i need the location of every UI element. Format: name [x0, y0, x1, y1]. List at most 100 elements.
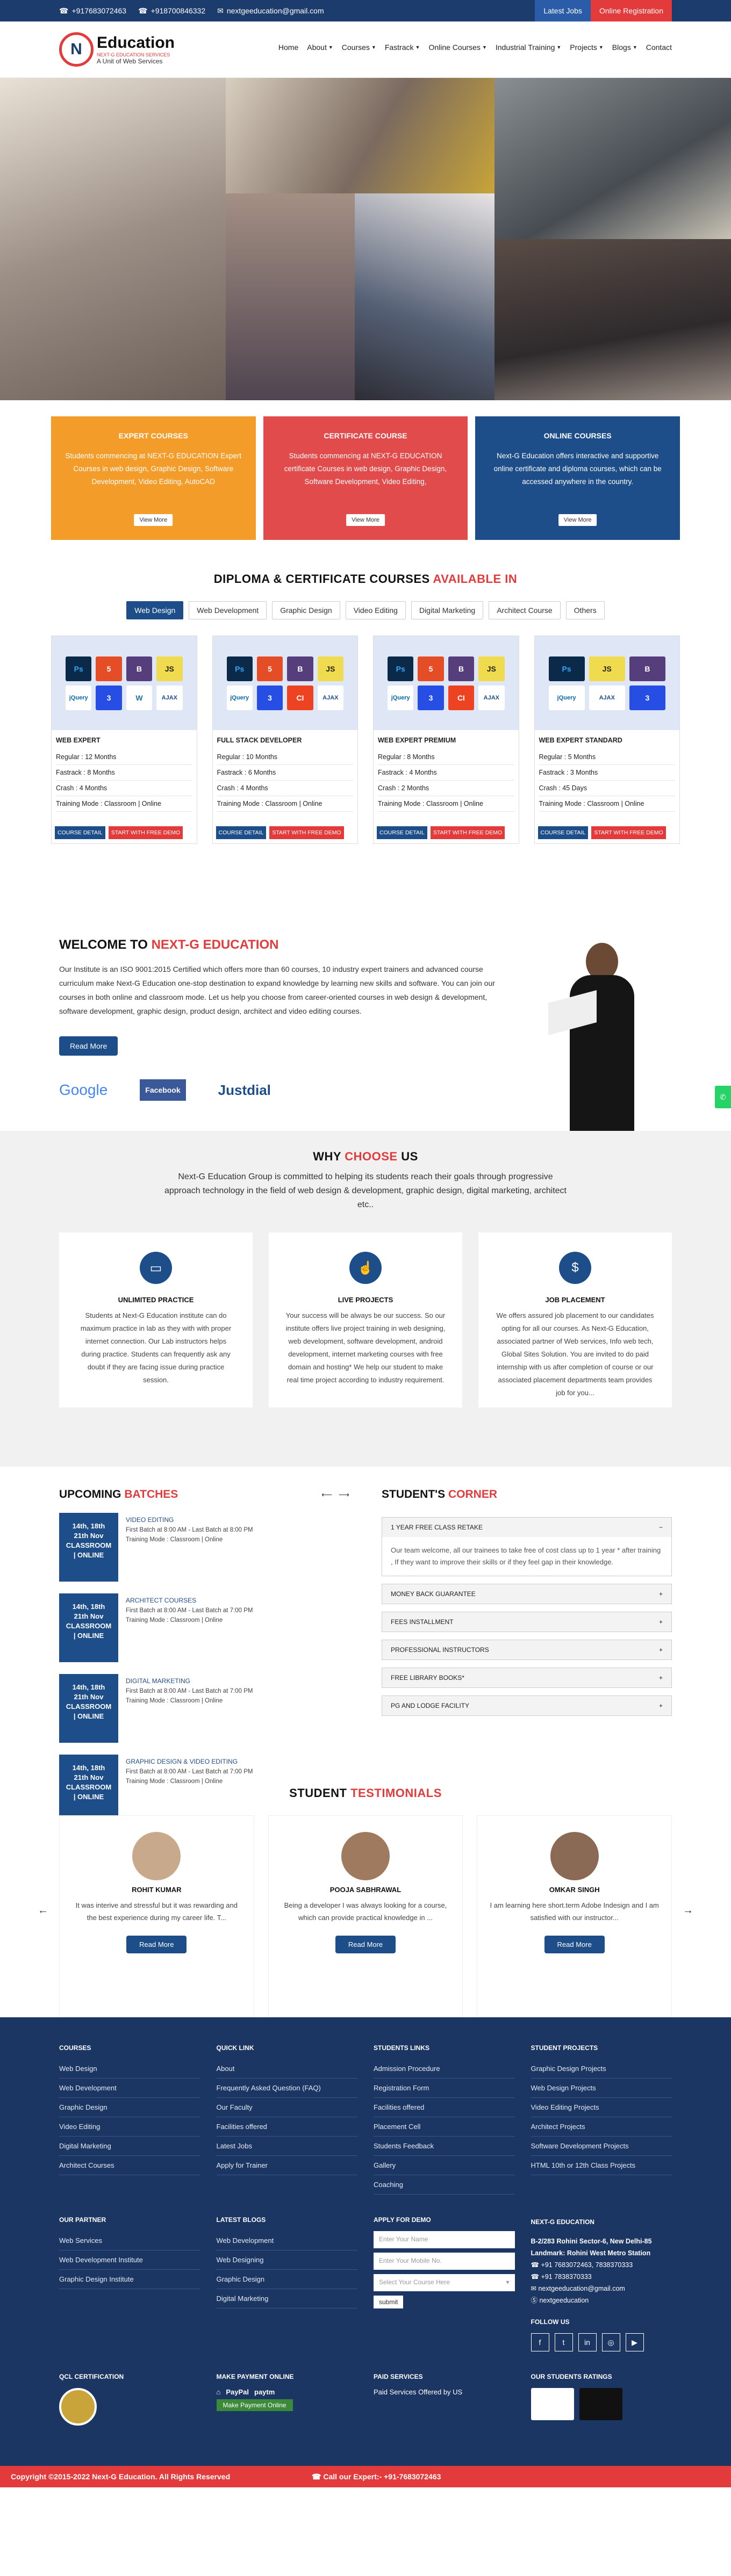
- twitter-icon[interactable]: t: [554, 2333, 573, 2351]
- footer-link[interactable]: Digital Marketing: [59, 2137, 200, 2156]
- course-select[interactable]: Select Your Course Here ▾: [374, 2274, 515, 2291]
- nav-about[interactable]: About ▼: [307, 43, 333, 52]
- tab-web-development[interactable]: Web Development: [189, 601, 267, 619]
- footer-link[interactable]: Digital Marketing: [216, 2289, 357, 2308]
- phone-link[interactable]: ☎ +91 7683072463, 7838370333: [531, 2259, 672, 2271]
- online-registration-button[interactable]: Online Registration: [590, 0, 672, 21]
- footer-link[interactable]: Web Development Institute: [59, 2250, 200, 2270]
- footer-link[interactable]: Web Designing: [216, 2250, 357, 2270]
- free-demo-button[interactable]: START WITH FREE DEMO: [430, 826, 505, 839]
- read-more-button[interactable]: Read More: [126, 1936, 187, 1953]
- latest-jobs-button[interactable]: Latest Jobs: [535, 0, 591, 21]
- read-more-button[interactable]: Read More: [59, 1036, 118, 1056]
- footer-link[interactable]: Our Faculty: [216, 2098, 357, 2117]
- footer-link[interactable]: Coaching: [374, 2175, 515, 2195]
- phone-link[interactable]: ☎ +91 7838370333: [531, 2271, 672, 2283]
- tab-architect-course[interactable]: Architect Course: [489, 601, 561, 619]
- tab-digital-marketing[interactable]: Digital Marketing: [411, 601, 484, 619]
- footer-link[interactable]: Graphic Design: [59, 2098, 200, 2117]
- nav-online-courses[interactable]: Online Courses ▼: [428, 43, 486, 52]
- batch-item[interactable]: 14th, 18th 21th Nov CLASSROOM | ONLINE ARCH…: [59, 1593, 349, 1662]
- footer-link[interactable]: Gallery: [374, 2156, 515, 2175]
- accordion-item-open[interactable]: 1 YEAR FREE CLASS RETAKE − Our team welco…: [382, 1517, 672, 1576]
- footer-link[interactable]: Graphic Design Institute: [59, 2270, 200, 2289]
- read-more-button[interactable]: Read More: [335, 1936, 396, 1953]
- accordion-item[interactable]: PG AND LODGE FACILITY +: [382, 1695, 672, 1716]
- youtube-icon[interactable]: ▶: [625, 2333, 644, 2351]
- course-detail-button[interactable]: COURSE DETAIL: [55, 826, 105, 839]
- submit-button[interactable]: submit: [374, 2296, 404, 2308]
- arrow-left-icon[interactable]: ⟵: [321, 1490, 332, 1499]
- footer-link[interactable]: Web Services: [59, 2231, 200, 2250]
- phone-1[interactable]: ☎ +917683072463: [59, 6, 126, 16]
- arrow-right-icon[interactable]: →: [683, 1904, 693, 1917]
- footer-link[interactable]: Video Editing Projects: [531, 2098, 672, 2117]
- accordion-item[interactable]: FEES INSTALLMENT +: [382, 1612, 672, 1632]
- logo[interactable]: N Education NEXT-G EDUCATION SERVICES A …: [59, 32, 175, 67]
- footer-link[interactable]: Facilities offered: [216, 2117, 357, 2137]
- course-detail-button[interactable]: COURSE DETAIL: [216, 826, 267, 839]
- accordion-item[interactable]: FREE LIBRARY BOOKS* +: [382, 1668, 672, 1688]
- tab-video-editing[interactable]: Video Editing: [345, 601, 406, 619]
- arrow-left-icon[interactable]: ←: [38, 1904, 48, 1917]
- batch-item[interactable]: 14th, 18th 21th Nov CLASSROOM | ONLINE DIGI…: [59, 1674, 349, 1743]
- linkedin-icon[interactable]: in: [578, 2333, 597, 2351]
- nav-industrial-training[interactable]: Industrial Training ▼: [496, 43, 561, 52]
- footer-link[interactable]: Latest Jobs: [216, 2137, 357, 2156]
- footer-link[interactable]: Web Design Projects: [531, 2079, 672, 2098]
- name-input[interactable]: Enter Your Name: [374, 2231, 515, 2248]
- footer-link[interactable]: Web Design: [59, 2059, 200, 2079]
- footer-link[interactable]: Architect Projects: [531, 2117, 672, 2137]
- footer-link[interactable]: Placement Cell: [374, 2117, 515, 2137]
- nav-fastrack[interactable]: Fastrack ▼: [385, 43, 420, 52]
- footer-link[interactable]: Frequently Asked Question (FAQ): [216, 2079, 357, 2098]
- free-demo-button[interactable]: START WITH FREE DEMO: [269, 826, 344, 839]
- make-payment-button[interactable]: Make Payment Online: [216, 2399, 293, 2411]
- batch-item[interactable]: 14th, 18th 21th Nov CLASSROOM | ONLINE VIDE…: [59, 1513, 349, 1582]
- whatsapp-icon[interactable]: ✆: [715, 1086, 731, 1108]
- course-detail-button[interactable]: COURSE DETAIL: [538, 826, 589, 839]
- footer-link[interactable]: Students Feedback: [374, 2137, 515, 2156]
- footer-link[interactable]: HTML 10th or 12th Class Projects: [531, 2156, 672, 2175]
- footer-link[interactable]: Graphic Design: [216, 2270, 357, 2289]
- nav-projects[interactable]: Projects ▼: [570, 43, 604, 52]
- nav-courses[interactable]: Courses ▼: [342, 43, 376, 52]
- view-more-button[interactable]: View More: [558, 514, 597, 526]
- nav-contact[interactable]: Contact: [646, 43, 672, 52]
- footer-link[interactable]: Apply for Trainer: [216, 2156, 357, 2175]
- carousel-arrows: ⟵ ⟶: [321, 1490, 349, 1499]
- top-bar: ☎ +917683072463 ☎ +918700846332 ✉ nextgeedu…: [0, 0, 731, 21]
- email-link[interactable]: ✉ nextgeeducation@gmail.com: [217, 6, 324, 16]
- phone-2[interactable]: ☎ +918700846332: [138, 6, 205, 16]
- read-more-button[interactable]: Read More: [544, 1936, 605, 1953]
- footer-link[interactable]: About: [216, 2059, 357, 2079]
- nav-blogs[interactable]: Blogs ▼: [612, 43, 637, 52]
- tab-others[interactable]: Others: [565, 601, 605, 619]
- footer-link[interactable]: Registration Form: [374, 2079, 515, 2098]
- accordion-item[interactable]: MONEY BACK GUARANTEE +: [382, 1584, 672, 1604]
- mobile-input[interactable]: Enter Your Mobile No.: [374, 2253, 515, 2270]
- footer-link[interactable]: Software Development Projects: [531, 2137, 672, 2156]
- footer-link[interactable]: Web Development: [59, 2079, 200, 2098]
- view-more-button[interactable]: View More: [346, 514, 385, 526]
- tab-graphic-design[interactable]: Graphic Design: [272, 601, 340, 619]
- accordion-item[interactable]: PROFESSIONAL INSTRUCTORS +: [382, 1640, 672, 1660]
- footer-link[interactable]: Video Editing: [59, 2117, 200, 2137]
- course-detail-button[interactable]: COURSE DETAIL: [377, 826, 427, 839]
- arrow-right-icon[interactable]: ⟶: [339, 1490, 349, 1499]
- free-demo-button[interactable]: START WITH FREE DEMO: [108, 826, 183, 839]
- footer-link[interactable]: Facilities offered: [374, 2098, 515, 2117]
- instagram-icon[interactable]: ◎: [601, 2333, 620, 2351]
- view-more-button[interactable]: View More: [134, 514, 173, 526]
- email-link[interactable]: ✉ nextgeeducation@gmail.com: [531, 2283, 672, 2294]
- free-demo-button[interactable]: START WITH FREE DEMO: [591, 826, 666, 839]
- footer-link[interactable]: Graphic Design Projects: [531, 2059, 672, 2079]
- footer-link[interactable]: Architect Courses: [59, 2156, 200, 2175]
- facebook-icon[interactable]: f: [531, 2333, 549, 2351]
- footer-link[interactable]: Web Development: [216, 2231, 357, 2250]
- footer-link[interactable]: Admission Procedure: [374, 2059, 515, 2079]
- skype-link[interactable]: Ⓢ nextgeeducation: [531, 2294, 672, 2306]
- nav-home[interactable]: Home: [278, 43, 298, 52]
- tab-web-design[interactable]: Web Design: [126, 601, 184, 619]
- call-expert-link[interactable]: ☎ Call our Expert:- +91-7683072463: [312, 2472, 441, 2481]
